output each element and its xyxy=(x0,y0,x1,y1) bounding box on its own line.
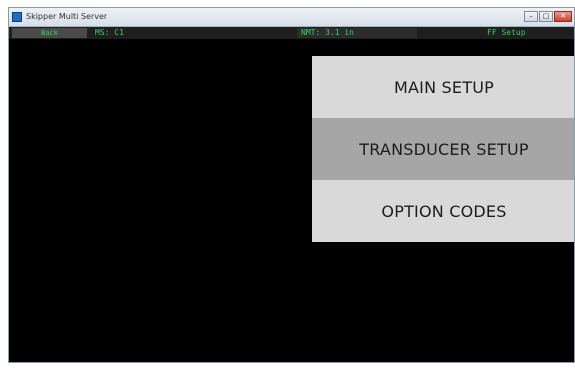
back-button[interactable]: Back xyxy=(12,28,87,38)
setup-menu: MAIN SETUP TRANSDUCER SETUP OPTION CODES xyxy=(312,56,574,242)
maximize-button[interactable]: □ xyxy=(539,11,553,22)
status-right-value: FF Setup xyxy=(487,28,526,37)
app-window: Skipper Multi Server – □ ✕ Back MS: C1 N… xyxy=(8,7,575,363)
status-bar: Back MS: C1 NMT: 3.1 in FF Setup xyxy=(9,27,574,39)
title-bar[interactable]: Skipper Multi Server – □ ✕ xyxy=(9,8,574,27)
window-title: Skipper Multi Server xyxy=(26,12,108,21)
menu-item-option-codes[interactable]: OPTION CODES xyxy=(312,180,574,242)
minimize-button[interactable]: – xyxy=(524,11,538,22)
close-button[interactable]: ✕ xyxy=(554,11,572,22)
status-left-value: MS: C1 xyxy=(95,28,124,37)
status-mid-value: NMT: 3.1 in xyxy=(297,28,417,38)
window-controls: – □ ✕ xyxy=(524,11,572,23)
menu-item-transducer-setup[interactable]: TRANSDUCER SETUP xyxy=(312,118,574,180)
app-icon xyxy=(12,12,22,22)
menu-item-main-setup[interactable]: MAIN SETUP xyxy=(312,56,574,118)
